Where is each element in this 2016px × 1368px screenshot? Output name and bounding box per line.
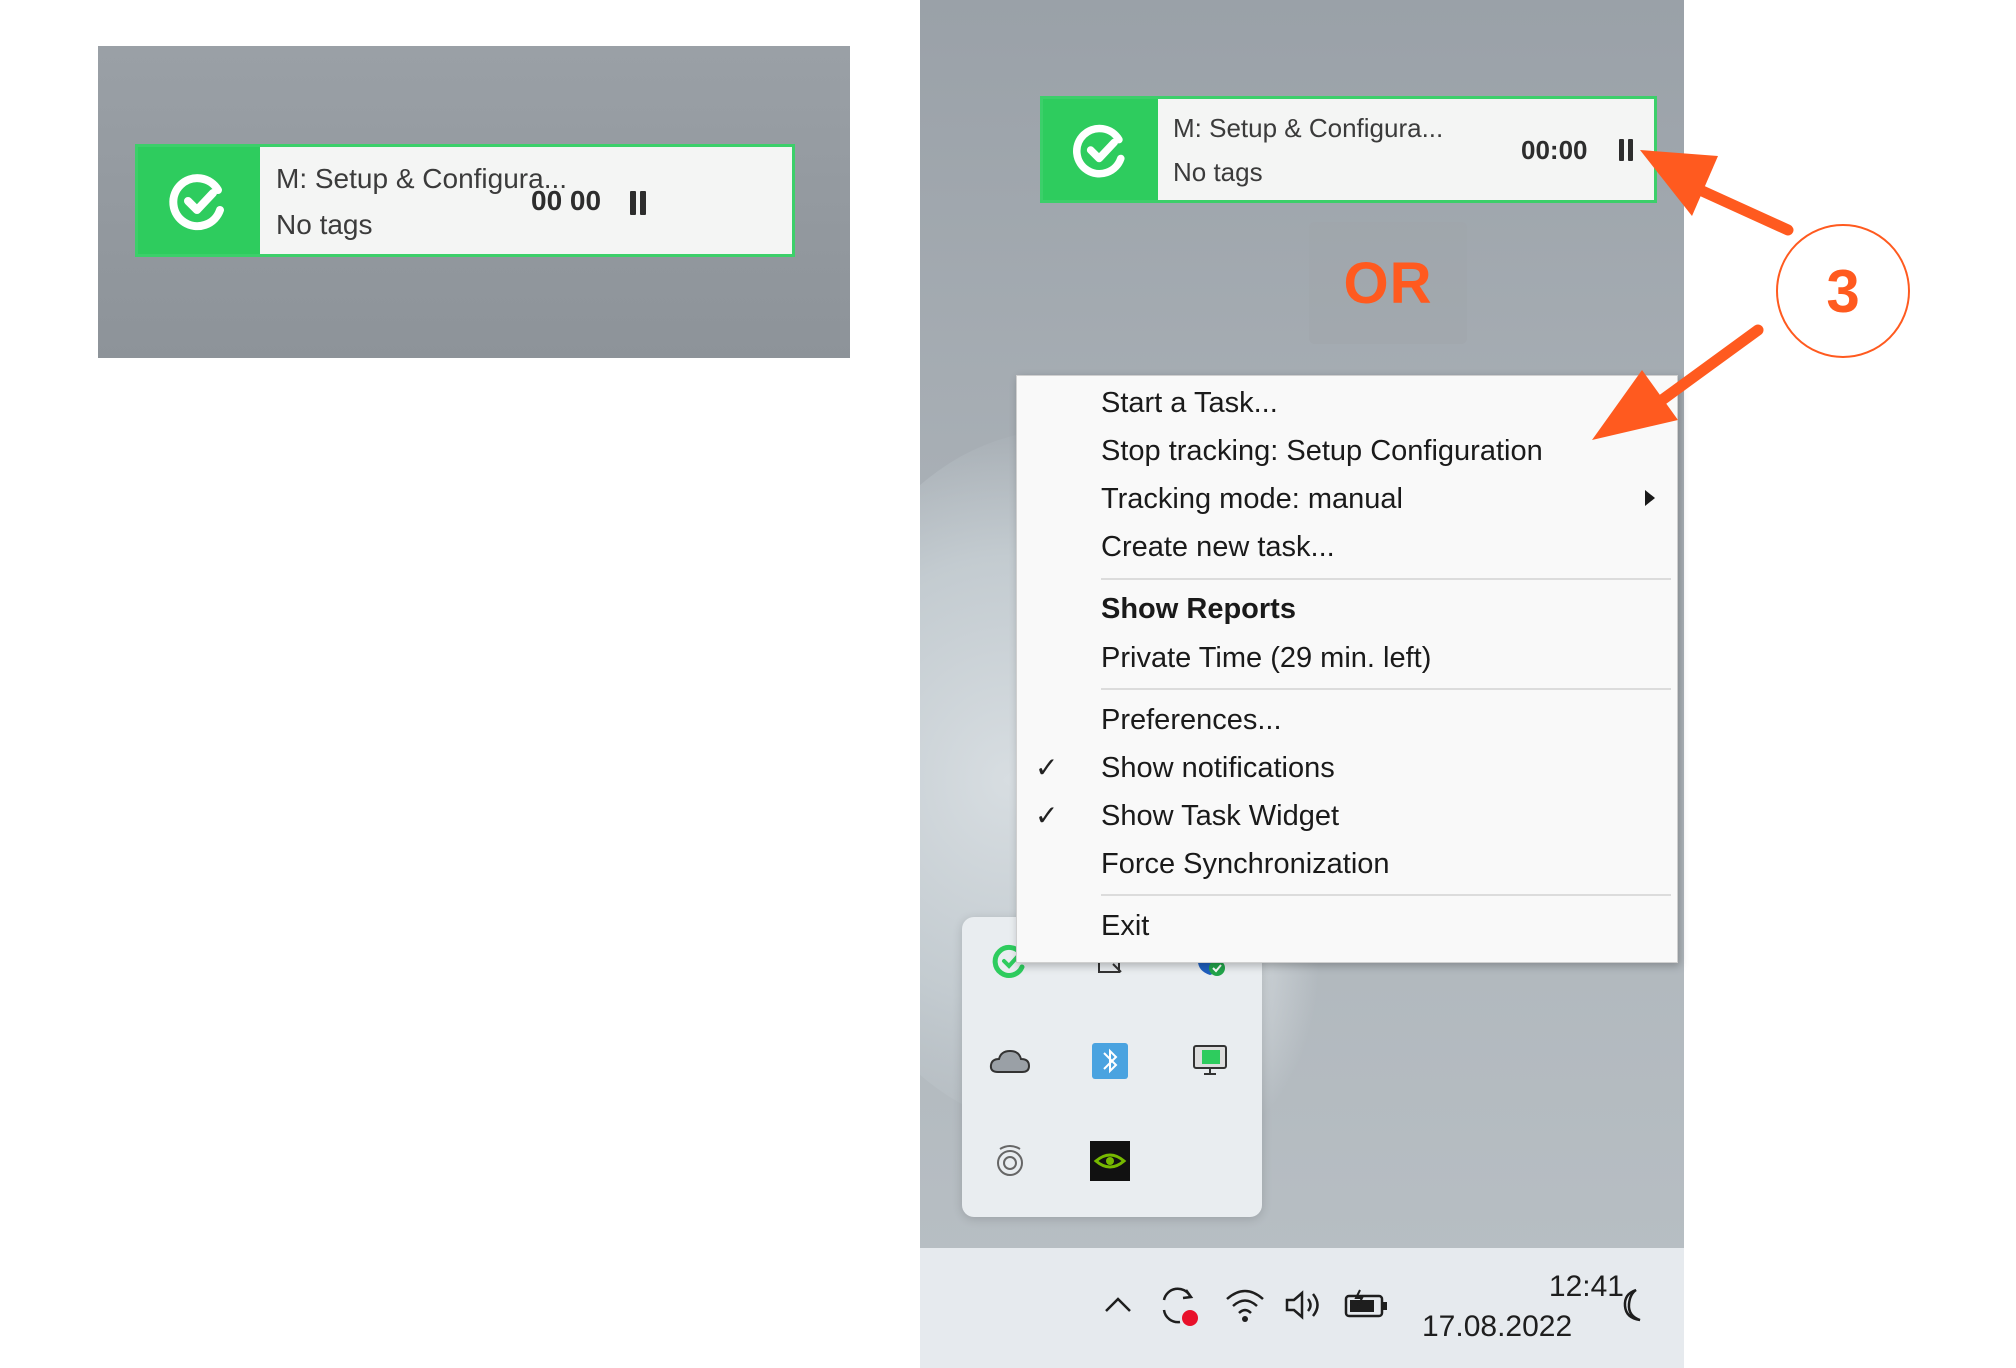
task-tags: No tags [1173, 157, 1263, 187]
menu-item-stop-tracking[interactable]: Stop tracking: Setup Configuration [1017, 428, 1677, 474]
arrow-to-pause-line [1694, 184, 1794, 236]
menu-item-show-task-widget[interactable]: ✓ Show Task Widget [1017, 793, 1677, 839]
task-timer: 00 00 [531, 185, 602, 216]
clock-time[interactable]: 12:41 [1502, 1270, 1624, 1304]
onedrive-cloud-icon[interactable] [988, 1039, 1032, 1083]
display-monitor-icon[interactable] [1188, 1039, 1232, 1083]
taskbar: 12:41 17.08.2022 [920, 1248, 1684, 1368]
task-tags: No tags [276, 209, 373, 240]
menu-item-force-sync[interactable]: Force Synchronization [1017, 841, 1677, 887]
submenu-arrow-icon [1645, 490, 1655, 506]
menu-item-show-reports[interactable]: Show Reports [1017, 586, 1677, 632]
task-title: M: Setup & Configura... [1173, 113, 1444, 143]
app-logo-icon [1043, 99, 1158, 200]
bluetooth-tool-icon[interactable] [1088, 1039, 1132, 1083]
menu-item-tracking-mode[interactable]: Tracking mode: manual [1017, 476, 1677, 522]
tray-context-menu: Start a Task... Stop tracking: Setup Con… [1016, 375, 1678, 963]
wifi-icon[interactable] [1220, 1280, 1270, 1330]
widget-preview-panel: M: Setup & Configura... No tags 00 00 [98, 46, 850, 358]
or-separator: OR [1309, 222, 1467, 344]
sync-icon[interactable] [1150, 1280, 1206, 1330]
moon-icon[interactable] [1612, 1280, 1656, 1330]
app-logo-icon [138, 147, 260, 254]
task-title: M: Setup & Configura... [276, 163, 568, 194]
menu-item-private-time[interactable]: Private Time (29 min. left) [1017, 635, 1677, 681]
sound-control-icon[interactable] [988, 1139, 1032, 1183]
step-number: 3 [1826, 257, 1860, 325]
checkmark-icon: ✓ [1035, 752, 1059, 783]
menu-divider [1101, 894, 1671, 896]
menu-item-start-task[interactable]: Start a Task... [1017, 380, 1677, 426]
pause-button[interactable] [630, 191, 646, 215]
menu-item-show-notifications[interactable]: ✓ Show notifications [1017, 745, 1677, 791]
checkmark-icon: ✓ [1035, 800, 1059, 831]
or-label: OR [1343, 250, 1433, 316]
menu-divider [1101, 578, 1671, 580]
pause-button[interactable] [1619, 139, 1633, 161]
task-widget[interactable]: M: Setup & Configura... No tags 00 00 [135, 144, 795, 257]
chevron-up-icon[interactable] [1098, 1280, 1138, 1330]
battery-icon[interactable] [1342, 1280, 1392, 1330]
menu-item-create-task[interactable]: Create new task... [1017, 524, 1677, 570]
task-timer: 00:00 [1521, 135, 1588, 165]
menu-item-preferences[interactable]: Preferences... [1017, 697, 1677, 743]
step-marker: 3 [1776, 224, 1910, 358]
nvidia-icon[interactable] [1088, 1139, 1132, 1183]
clock-date[interactable]: 17.08.2022 [1422, 1310, 1572, 1344]
volume-icon[interactable] [1280, 1280, 1330, 1330]
menu-item-exit[interactable]: Exit [1017, 903, 1677, 949]
menu-divider [1101, 688, 1671, 690]
task-widget[interactable]: M: Setup & Configura... No tags 00:00 [1040, 96, 1657, 203]
